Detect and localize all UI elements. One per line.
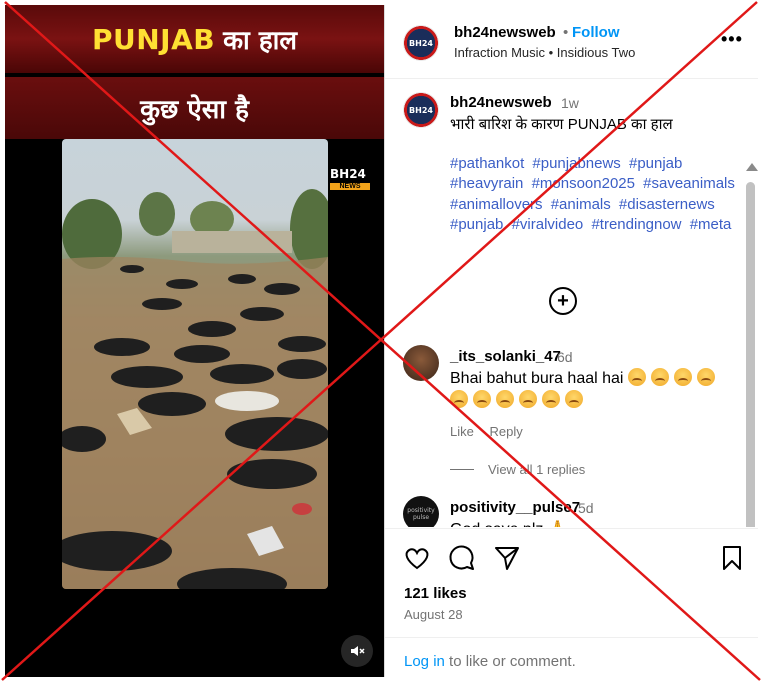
hashtag-link[interactable]: #trendingnow [591, 216, 681, 233]
watermark-tag: NEWS [330, 183, 370, 190]
banner-top: PUNJAB का हाल [5, 5, 384, 73]
mute-button[interactable] [341, 635, 373, 667]
caption-avatar-text: BH24 [409, 105, 433, 115]
comment-text: Bhai bahut bura haal hai [450, 368, 730, 412]
post-header: BH24 bh24newsweb • Follow Infraction Mus… [385, 5, 758, 79]
caption-text: भारी बारिश के कारण PUNJAB का हाल [450, 116, 673, 133]
caption-time: 1w [561, 95, 579, 111]
banner-bottom: कुछ ऐसा है [5, 77, 384, 139]
comment-time-2: 5d [578, 500, 594, 516]
banner-title-en: PUNJAB [91, 22, 216, 56]
hashtag-link[interactable]: #heavyrain [450, 175, 523, 192]
hashtag-link[interactable]: #disasternews [619, 196, 715, 213]
sad-face-emoji-icon [496, 390, 514, 408]
hashtag-link[interactable]: #punjabnews [532, 155, 620, 172]
watermark-name: BH24 [330, 167, 366, 181]
heart-icon[interactable] [403, 544, 431, 572]
scrollbar[interactable] [743, 160, 758, 527]
hashtag-list: #pathankot #punjabnews #punjab #heavyrai… [450, 154, 740, 236]
post-actions: 121 likes August 28 Log in to like or co… [385, 528, 758, 678]
hashtag-link[interactable]: #punjab [450, 216, 503, 233]
flood-scene-image [62, 189, 328, 589]
hashtag-link[interactable]: #viralvideo [512, 216, 584, 233]
sad-face-emoji-icon [673, 368, 692, 386]
login-link[interactable]: Log in [404, 653, 445, 670]
caption-username[interactable]: bh24newsweb [450, 94, 552, 111]
sad-face-emoji-icon [519, 390, 537, 408]
post-details-panel: BH24 bh24newsweb • Follow Infraction Mus… [384, 5, 758, 678]
banner-subtitle: कुछ ऐसा है [140, 95, 249, 125]
banner-title-hi: का हाल [223, 26, 298, 56]
more-options-button[interactable]: ••• [721, 29, 743, 50]
comment-like-button[interactable]: Like [450, 424, 474, 439]
author-avatar[interactable]: BH24 [403, 25, 439, 61]
author-username[interactable]: bh24newsweb [454, 24, 556, 41]
comment-actions: Like Reply [450, 424, 535, 439]
speaker-muted-icon [351, 646, 365, 656]
follow-button[interactable]: Follow [572, 24, 620, 41]
scroll-up-arrow-icon[interactable] [746, 163, 758, 171]
comments-scroll-area[interactable]: BH24 bh24newsweb 1w भारी बारिश के कारण P… [385, 80, 758, 527]
scrollbar-thumb[interactable] [746, 182, 755, 527]
sad-face-emoji-icon [650, 368, 669, 386]
sad-face-emoji-icon [450, 390, 468, 408]
load-more-comments-button[interactable]: + [549, 287, 577, 315]
commenter-avatar[interactable] [403, 345, 439, 381]
video-frame[interactable] [62, 139, 328, 589]
commenter-avatar-text: positivity pulse [407, 507, 435, 521]
hashtag-link[interactable]: #punjab [629, 155, 682, 172]
share-icon[interactable] [493, 544, 521, 572]
hashtag-link[interactable]: #saveanimals [643, 175, 735, 192]
comment-reply-button[interactable]: Reply [489, 424, 522, 439]
login-prompt-text: to like or comment. [444, 653, 576, 670]
sad-face-emoji-icon [627, 368, 646, 386]
comment-icon[interactable] [448, 544, 476, 572]
login-prompt: Log in to like or comment. [385, 637, 758, 679]
view-replies-button[interactable]: View all 1 replies [450, 462, 585, 477]
hashtag-link[interactable]: #meta [690, 216, 732, 233]
post-date: August 28 [404, 607, 463, 622]
post-media[interactable]: PUNJAB का हाल कुछ ऐसा है BH24 NEWS [5, 5, 384, 677]
hashtag-link[interactable]: #animals [551, 196, 611, 213]
comment-body: Bhai bahut bura haal hai [450, 370, 624, 387]
reply-divider [450, 469, 474, 470]
hashtag-link[interactable]: #animallovers [450, 196, 543, 213]
hashtag-link[interactable]: #monsoon2025 [532, 175, 635, 192]
caption-author-avatar[interactable]: BH24 [403, 92, 439, 128]
sad-face-emoji-icon [565, 390, 583, 408]
audio-info[interactable]: Infraction Music • Insidious Two [454, 45, 635, 60]
commenter-avatar-2[interactable]: positivity pulse [403, 496, 439, 527]
separator-dot: • [563, 24, 569, 41]
hashtag-link[interactable]: #pathankot [450, 155, 524, 172]
channel-watermark: BH24 NEWS [330, 165, 374, 190]
view-replies-label: View all 1 replies [488, 462, 586, 477]
plus-icon: + [557, 290, 569, 312]
bookmark-icon[interactable] [718, 544, 746, 572]
avatar-text: BH24 [409, 38, 433, 48]
comment-username[interactable]: _its_solanki_47 [450, 348, 561, 365]
sad-face-emoji-icon [696, 368, 715, 386]
likes-count[interactable]: 121 likes [404, 585, 467, 602]
comment-text-2: God save plz 🙏 [450, 519, 568, 527]
comment-time: 6d [557, 349, 573, 365]
sad-face-emoji-icon [473, 390, 491, 408]
comment-username-2[interactable]: positivity__pulse7 [450, 499, 580, 516]
sad-face-emoji-icon [542, 390, 560, 408]
